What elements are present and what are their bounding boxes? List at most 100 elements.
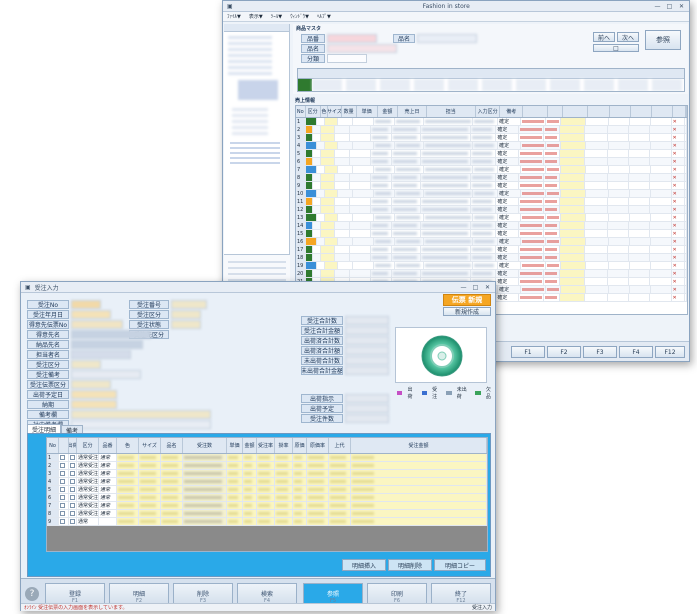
delete-icon[interactable]: ✕ [672, 206, 686, 213]
detail-row[interactable]: 8 通常受注 通常 [47, 510, 487, 518]
row-checkbox[interactable] [69, 478, 77, 485]
sales-row[interactable]: 10 確定 ✕ [296, 190, 687, 198]
product-name-field[interactable] [327, 44, 397, 53]
menu-file[interactable]: ﾌｧｲﾙ▼ [227, 13, 241, 20]
row-checkbox[interactable] [59, 470, 69, 477]
front-maximize-icon[interactable]: □ [472, 284, 479, 291]
detail-row[interactable]: 6 通常受注 通常 [47, 494, 487, 502]
row-no[interactable]: 7 [47, 502, 59, 509]
row-checkbox[interactable] [59, 454, 69, 461]
row-checkbox[interactable] [69, 510, 77, 517]
sales-row[interactable]: 17 確定 ✕ [296, 246, 687, 254]
front-minimize-icon[interactable]: — [460, 284, 467, 291]
delete-icon[interactable]: ✕ [672, 270, 686, 277]
insert-row-button[interactable]: 明細挿入 [342, 559, 386, 571]
delete-icon[interactable]: ✕ [672, 134, 686, 141]
mid-field-3[interactable] [171, 320, 201, 329]
delete-icon[interactable]: ✕ [672, 166, 685, 173]
staff-field[interactable] [71, 350, 131, 359]
product-code-field[interactable] [327, 34, 377, 43]
sales-row[interactable]: 11 確定 ✕ [296, 198, 687, 206]
detail-row[interactable]: 5 通常受注 通常 [47, 486, 487, 494]
sales-row[interactable]: 18 確定 ✕ [296, 254, 687, 262]
customer-no-field[interactable] [71, 320, 123, 329]
sales-row[interactable]: 14 確定 ✕ [296, 222, 687, 230]
row-checkbox[interactable] [69, 470, 77, 477]
category-field[interactable] [327, 54, 367, 63]
tree-links[interactable] [230, 142, 280, 166]
reference-button[interactable]: 参照 [645, 30, 681, 50]
sales-row[interactable]: 8 確定 ✕ [296, 174, 687, 182]
internal-remark-field[interactable] [71, 420, 211, 429]
detail-row[interactable]: 2 通常受注 通常 [47, 462, 487, 470]
delete-icon[interactable]: ✕ [672, 262, 685, 269]
delete-icon[interactable]: ✕ [672, 214, 685, 221]
delete-icon[interactable]: ✕ [672, 174, 686, 181]
delete-icon[interactable]: ✕ [672, 246, 686, 253]
row-checkbox[interactable] [59, 478, 69, 485]
row-no[interactable]: 6 [47, 494, 59, 501]
row-checkbox[interactable] [69, 462, 77, 469]
due-date-field[interactable] [71, 400, 117, 409]
sales-row[interactable]: 15 確定 ✕ [296, 230, 687, 238]
customer-name-field[interactable] [71, 330, 151, 339]
sales-row[interactable]: 1 確定 ✕ [296, 118, 687, 126]
back-fkey-12[interactable]: F12 [655, 346, 685, 358]
delete-row-button[interactable]: 明細削除 [388, 559, 432, 571]
detail-row[interactable]: 9 通常 [47, 518, 487, 526]
tab-detail[interactable]: 受注明細 [27, 424, 62, 434]
order-remark-field[interactable] [71, 370, 141, 379]
front-close-icon[interactable]: ✕ [484, 284, 491, 291]
sales-row[interactable]: 12 確定 ✕ [296, 206, 687, 214]
order-no-field[interactable] [71, 300, 101, 309]
row-checkbox[interactable] [69, 454, 77, 461]
slip-type-field[interactable] [71, 380, 111, 389]
copy-row-button[interactable]: 明細コピー [434, 559, 486, 571]
delete-icon[interactable]: ✕ [672, 286, 685, 293]
delete-icon[interactable]: ✕ [672, 198, 686, 205]
order-type-field[interactable] [71, 360, 101, 369]
sales-row[interactable]: 4 確定 ✕ [296, 142, 687, 150]
delete-icon[interactable]: ✕ [672, 238, 685, 245]
back-fkey-1[interactable]: F1 [511, 346, 545, 358]
delete-icon[interactable]: ✕ [672, 142, 685, 149]
delete-icon[interactable]: ✕ [672, 278, 686, 285]
sales-row[interactable]: 5 確定 ✕ [296, 150, 687, 158]
sales-row[interactable]: 7 確定 ✕ [296, 166, 687, 174]
row-no[interactable]: 2 [47, 462, 59, 469]
delete-icon[interactable]: ✕ [672, 222, 686, 229]
delete-icon[interactable]: ✕ [672, 230, 686, 237]
row-checkbox[interactable] [59, 494, 69, 501]
row-checkbox[interactable] [59, 518, 69, 525]
back-fkey-3[interactable]: F3 [583, 346, 617, 358]
row-checkbox[interactable] [69, 494, 77, 501]
row-checkbox[interactable] [69, 518, 77, 525]
mode-button[interactable]: 伝票 新規 [443, 294, 491, 306]
delete-icon[interactable]: ✕ [672, 182, 686, 189]
option-button[interactable]: □ [593, 44, 639, 52]
row-no[interactable]: 3 [47, 470, 59, 477]
back-fkey-2[interactable]: F2 [547, 346, 581, 358]
sales-row[interactable]: 16 確定 ✕ [296, 238, 687, 246]
tree-items[interactable] [228, 36, 272, 76]
delivery-name-field[interactable] [71, 340, 143, 349]
back-fkey-4[interactable]: F4 [619, 346, 653, 358]
row-checkbox[interactable] [59, 486, 69, 493]
delete-icon[interactable]: ✕ [672, 254, 686, 261]
row-checkbox[interactable] [59, 502, 69, 509]
detail-row[interactable]: 3 通常受注 通常 [47, 470, 487, 478]
sales-row[interactable]: 6 確定 ✕ [296, 158, 687, 166]
delete-icon[interactable]: ✕ [672, 294, 686, 301]
row-no[interactable]: 8 [47, 510, 59, 517]
mid-field-2[interactable] [171, 310, 201, 319]
extra-field[interactable] [417, 34, 477, 43]
row-checkbox[interactable] [59, 462, 69, 469]
row-no[interactable]: 9 [47, 518, 59, 525]
sales-row[interactable]: 13 確定 ✕ [296, 214, 687, 222]
sales-row[interactable]: 2 確定 ✕ [296, 126, 687, 134]
ship-date-field[interactable] [71, 390, 117, 399]
menu-tools[interactable]: ﾂｰﾙ▼ [271, 13, 282, 20]
sales-row[interactable]: 9 確定 ✕ [296, 182, 687, 190]
row-no[interactable]: 4 [47, 478, 59, 485]
row-no[interactable]: 1 [47, 454, 59, 461]
